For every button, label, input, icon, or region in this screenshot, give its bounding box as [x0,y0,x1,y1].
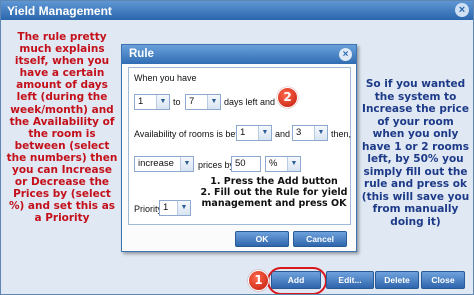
priority-label: Priority [134,204,163,214]
to-label: to [173,97,181,107]
days-to-select[interactable]: 7 ▼ [185,94,221,110]
rule-dialog-title: Rule [129,48,154,60]
close-button[interactable]: Close [421,271,465,289]
percent-unit-value: % [269,158,278,169]
percent-input[interactable]: 50 [231,156,261,172]
days-from-value: 1 [138,96,144,107]
priority-select[interactable]: 1 ▼ [159,200,191,216]
rule-explanation-text: The rule pretty much explains itself, wh… [6,31,118,225]
chevron-down-icon: ▼ [207,95,220,109]
prices-by-label: prices by [198,160,235,170]
days-from-select[interactable]: 1 ▼ [134,94,170,110]
availability-from-select[interactable]: 1 ▼ [236,125,272,141]
percent-value: 50 [235,158,246,169]
price-action-select[interactable]: increase ▼ [134,156,194,172]
delete-button[interactable]: Delete [375,271,419,289]
window-title: Yield Management [7,4,112,18]
availability-from-value: 1 [240,127,246,138]
yield-management-window: Yield Management × The rule pretty much … [0,0,474,295]
when-label: When you have [134,73,197,83]
chevron-down-icon: ▼ [156,95,169,109]
dialog-close-icon[interactable]: × [339,48,352,61]
add-button-highlight [267,267,327,294]
cancel-button[interactable]: Cancel [293,231,347,247]
window-close-icon[interactable]: × [455,3,469,17]
percent-unit-select[interactable]: % ▼ [265,156,301,172]
priority-value: 1 [163,202,169,213]
step-2-badge: 2 [277,87,298,108]
example-explanation-text: So if you wanted the system to Increase … [361,78,470,228]
availability-to-select[interactable]: 3 ▼ [292,125,328,141]
chevron-down-icon: ▼ [258,126,271,140]
days-to-value: 7 [189,96,195,107]
chevron-down-icon: ▼ [314,126,327,140]
price-action-value: increase [138,158,174,169]
availability-to-value: 3 [296,127,302,138]
instructions-text: 1. Press the Add button 2. Fill out the … [200,176,348,209]
ok-button[interactable]: OK [235,231,289,247]
chevron-down-icon: ▼ [180,157,193,171]
edit-button[interactable]: Edit... [326,271,374,289]
rule-dialog-titlebar: Rule × [122,45,356,64]
step-1-badge: 1 [248,270,269,291]
chevron-down-icon: ▼ [287,157,300,171]
then-label: then, [331,129,352,139]
rule-dialog: Rule × When you have 1 ▼ to 7 ▼ days lef… [121,44,357,252]
chevron-down-icon: ▼ [177,201,190,215]
and-label: and [275,129,291,139]
window-titlebar: Yield Management × [1,1,473,20]
days-left-label: days left and [224,97,276,107]
